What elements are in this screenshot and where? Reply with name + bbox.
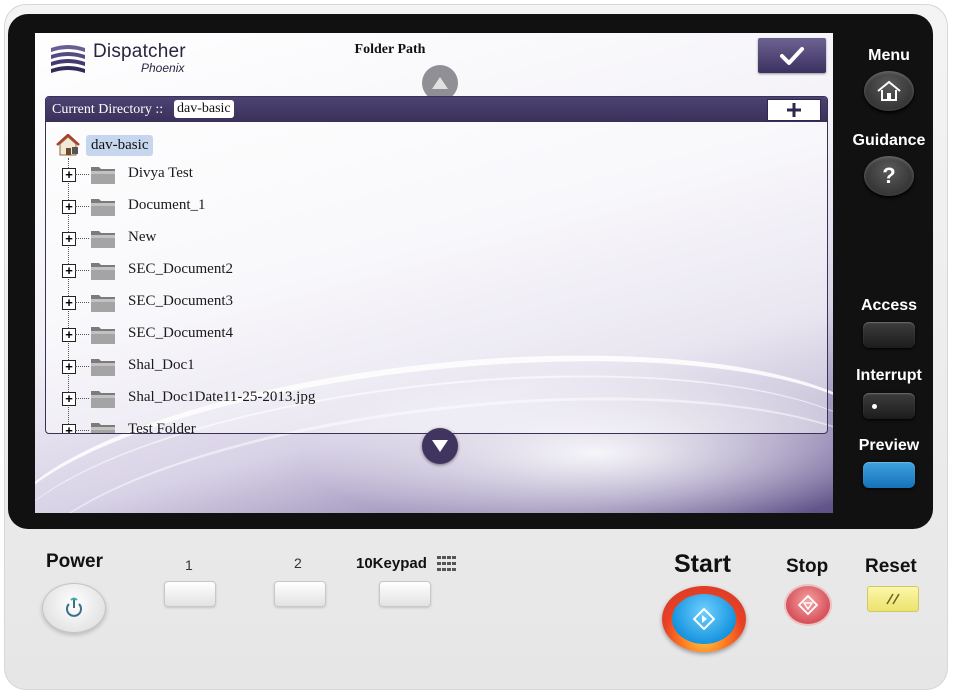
key-1-button[interactable]	[164, 581, 216, 607]
expand-icon[interactable]: +	[62, 296, 76, 310]
tree-connector	[75, 174, 89, 175]
folder-icon	[91, 167, 115, 184]
ok-button[interactable]	[758, 38, 826, 73]
key-2-button[interactable]	[274, 581, 326, 607]
key-2-label: 2	[294, 555, 302, 571]
interrupt-led-icon	[872, 404, 877, 409]
folder-icon	[91, 423, 115, 433]
folder-row[interactable]: + New	[60, 224, 760, 254]
reset-button[interactable]	[867, 586, 919, 612]
tree-connector	[75, 302, 89, 303]
plus-icon	[787, 103, 801, 117]
menu-label: Menu	[868, 47, 910, 64]
folder-row[interactable]: + Test Folder	[60, 416, 760, 433]
folder-row[interactable]: + Shal_Doc1	[60, 352, 760, 382]
expand-icon[interactable]: +	[62, 328, 76, 342]
tree-connector	[75, 366, 89, 367]
folder-label: Document_1	[128, 197, 206, 213]
folder-row[interactable]: + SEC_Document2	[60, 256, 760, 286]
folder-label: Test Folder	[128, 421, 196, 433]
folder-row[interactable]: + Shal_Doc1Date11-25-2013.jpg	[60, 384, 760, 414]
key-1-label: 1	[185, 557, 193, 573]
dispatcher-logo: Dispatcher Phoenix	[49, 39, 209, 75]
question-icon: ?	[882, 163, 896, 188]
add-folder-button[interactable]	[767, 99, 821, 121]
expand-icon[interactable]: +	[62, 200, 76, 214]
folder-label: Divya Test	[128, 165, 193, 181]
triangle-up-icon	[432, 77, 448, 89]
tree-connector	[75, 430, 89, 431]
folder-row[interactable]: + SEC_Document3	[60, 288, 760, 318]
reset-slash-icon	[886, 593, 900, 605]
tree-connector	[75, 398, 89, 399]
stop-label: Stop	[786, 556, 829, 577]
folder-icon	[91, 327, 115, 344]
power-icon	[66, 597, 82, 617]
keypad-icon	[437, 556, 456, 571]
keypad-label: 10Keypad	[356, 555, 427, 572]
interrupt-button[interactable]	[863, 393, 915, 419]
logo-subtitle: Phoenix	[141, 61, 185, 75]
expand-icon[interactable]: +	[62, 168, 76, 182]
tree-connector	[75, 334, 89, 335]
page-title: Folder Path	[354, 42, 426, 57]
directory-panel: Current Directory :: dav-basic dav-basic…	[45, 96, 828, 434]
start-button-face	[672, 594, 736, 644]
interrupt-label: Interrupt	[856, 367, 922, 384]
expand-icon[interactable]: +	[62, 264, 76, 278]
expand-icon[interactable]: +	[62, 360, 76, 374]
folder-label: SEC_Document3	[128, 293, 233, 309]
current-directory-value: dav-basic	[174, 100, 234, 118]
triangle-down-icon	[432, 440, 448, 452]
access-label: Access	[860, 297, 918, 314]
guidance-button[interactable]: ?	[864, 156, 914, 196]
guidance-label: Guidance	[852, 132, 926, 149]
folder-icon	[91, 359, 115, 376]
folder-icon	[91, 231, 115, 248]
folder-icon	[91, 295, 115, 312]
power-button[interactable]	[42, 583, 106, 633]
start-label: Start	[674, 550, 731, 578]
expand-icon[interactable]: +	[62, 392, 76, 406]
folder-label: New	[128, 229, 157, 245]
folder-label: SEC_Document4	[128, 325, 233, 341]
expand-icon[interactable]: +	[62, 424, 76, 433]
preview-button[interactable]	[863, 462, 915, 488]
tree-connector	[75, 206, 89, 207]
expand-icon[interactable]: +	[62, 232, 76, 246]
checkmark-icon	[780, 46, 804, 65]
reset-label: Reset	[865, 556, 917, 577]
current-directory-label: Current Directory ::	[52, 102, 164, 117]
stop-icon	[797, 594, 819, 616]
folder-icon	[91, 391, 115, 408]
folder-row[interactable]: + Divya Test	[60, 160, 760, 190]
directory-header: Current Directory :: dav-basic	[46, 97, 827, 122]
start-button[interactable]	[662, 586, 746, 652]
stop-button[interactable]	[784, 584, 832, 626]
touch-screen: Dispatcher Phoenix Folder Path Current D…	[35, 33, 833, 513]
logo-title: Dispatcher	[93, 41, 186, 62]
menu-button[interactable]	[864, 71, 914, 111]
folder-label: Shal_Doc1Date11-25-2013.jpg	[128, 389, 316, 405]
keypad-button[interactable]	[379, 581, 431, 607]
tree-connector	[75, 270, 89, 271]
scroll-down-button[interactable]	[422, 428, 458, 464]
power-label: Power	[46, 551, 104, 572]
access-button[interactable]	[863, 322, 915, 348]
folder-row[interactable]: + SEC_Document4	[60, 320, 760, 350]
tree-connector	[75, 238, 89, 239]
home-icon	[877, 80, 901, 101]
home-icon	[56, 134, 80, 156]
logo-mark-icon	[51, 45, 85, 73]
folder-icon	[91, 263, 115, 280]
folder-icon	[91, 199, 115, 216]
folder-tree: dav-basic + Divya Test + Document_1 + New + SEC…	[46, 122, 827, 433]
tree-root-label: dav-basic	[86, 135, 154, 156]
start-diamond-icon	[693, 608, 715, 630]
folder-label: Shal_Doc1	[128, 357, 195, 373]
preview-label: Preview	[858, 437, 920, 454]
folder-label: SEC_Document2	[128, 261, 233, 277]
folder-row[interactable]: + Document_1	[60, 192, 760, 222]
